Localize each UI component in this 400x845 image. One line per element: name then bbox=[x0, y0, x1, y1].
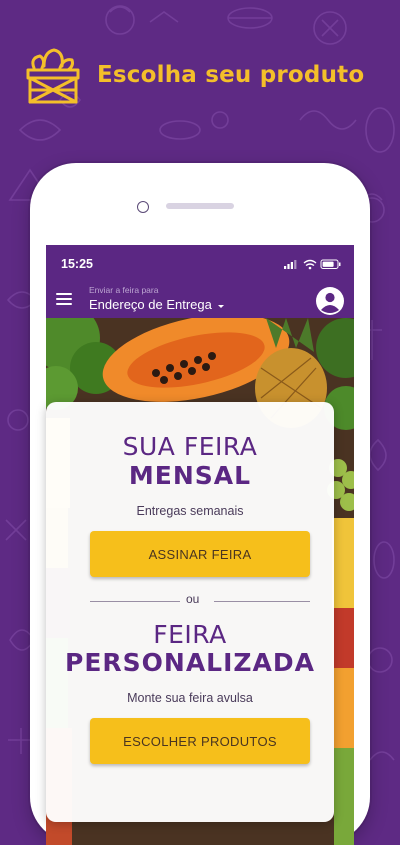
address-selector[interactable]: Endereço de Entrega bbox=[89, 297, 212, 312]
wifi-icon bbox=[303, 259, 317, 267]
promo-header: Escolha seu produto bbox=[0, 40, 400, 120]
divider-or: ou bbox=[186, 592, 200, 606]
divider-line-right bbox=[214, 601, 310, 602]
mensal-title-line2: MENSAL bbox=[128, 461, 252, 490]
signal-icon bbox=[284, 266, 287, 269]
mensal-title-line1: SUA FEIRA bbox=[122, 432, 258, 461]
custom-title-line2: PERSONALIZADA bbox=[65, 648, 315, 677]
battery-icon bbox=[320, 259, 341, 269]
vegetable-crate-icon bbox=[26, 48, 80, 104]
user-avatar-icon[interactable] bbox=[316, 287, 344, 315]
custom-title-line1: FEIRA bbox=[153, 620, 227, 649]
offer-card: SUA FEIRA MENSAL Entregas semanais ASSIN… bbox=[46, 402, 334, 822]
custom-subtitle: Monte sua feira avulsa bbox=[127, 691, 253, 705]
status-icons bbox=[284, 259, 341, 270]
address-hint: Enviar a feira para bbox=[89, 285, 159, 295]
app-header: 15:25 Enviar a feira para Endereço de En… bbox=[46, 245, 354, 318]
status-time: 15:25 bbox=[61, 257, 93, 271]
phone-speaker bbox=[166, 203, 234, 209]
promo-title: Escolha seu produto bbox=[97, 62, 365, 88]
phone-camera bbox=[137, 201, 149, 213]
divider-line-left bbox=[90, 601, 180, 602]
subscribe-button[interactable]: ASSINAR FEIRA bbox=[90, 531, 310, 577]
hamburger-menu-icon[interactable] bbox=[56, 293, 72, 307]
choose-products-button[interactable]: ESCOLHER PRODUTOS bbox=[90, 718, 310, 764]
mensal-subtitle: Entregas semanais bbox=[136, 504, 244, 518]
chevron-down-icon[interactable] bbox=[218, 305, 224, 308]
